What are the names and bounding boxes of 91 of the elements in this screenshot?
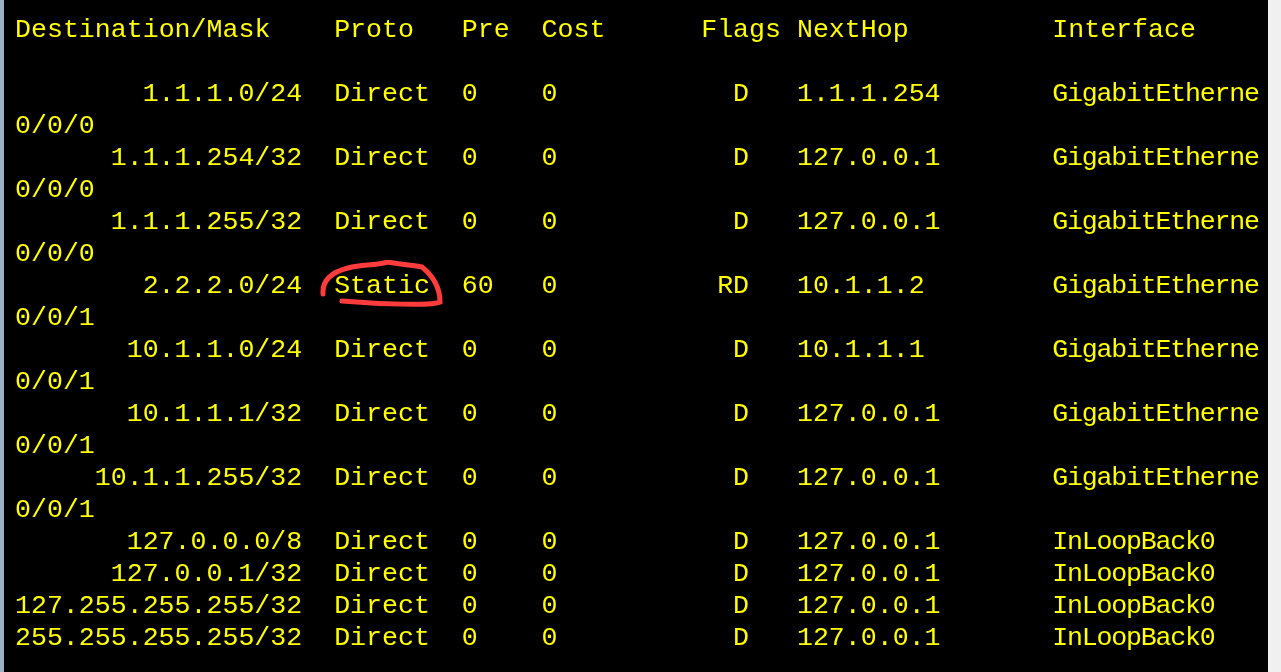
preference-text: 0 bbox=[461, 462, 478, 494]
flags-text: D bbox=[733, 206, 750, 238]
cost-text: 0 bbox=[541, 590, 558, 622]
column-header: NextHop bbox=[796, 14, 909, 46]
cost-text: 0 bbox=[541, 558, 558, 590]
cost-text: 0 bbox=[541, 622, 558, 654]
cost-text: 0 bbox=[541, 526, 558, 558]
interface-text: GigabitEtherne bbox=[1052, 398, 1259, 430]
next-hop-text: 127.0.0.1 bbox=[796, 590, 941, 622]
cost-text: 0 bbox=[541, 270, 558, 302]
protocol-text: Direct bbox=[334, 558, 430, 590]
column-header: Flags bbox=[701, 14, 781, 46]
protocol-text: Direct bbox=[334, 398, 430, 430]
flags-text: D bbox=[733, 462, 750, 494]
next-hop-text: 127.0.0.1 bbox=[796, 526, 941, 558]
flags-text: D bbox=[733, 590, 750, 622]
cost-text: 0 bbox=[541, 334, 558, 366]
flags-text: D bbox=[733, 558, 750, 590]
destination-text: 127.255.255.255/32 bbox=[15, 590, 303, 622]
protocol-text: Direct bbox=[334, 142, 430, 174]
interface-text: InLoopBack0 bbox=[1052, 622, 1215, 654]
preference-text: 0 bbox=[461, 398, 478, 430]
flags-text: RD bbox=[717, 270, 750, 302]
next-hop-text: 10.1.1.1 bbox=[796, 334, 925, 366]
column-header: Pre bbox=[461, 14, 510, 46]
interface-text: 0/0/0 bbox=[15, 110, 95, 142]
destination-text: 1.1.1.0/24 bbox=[142, 78, 303, 110]
flags-text: D bbox=[733, 78, 750, 110]
flags-text: D bbox=[733, 398, 750, 430]
column-header: Interface bbox=[1052, 14, 1196, 46]
next-hop-text: 127.0.0.1 bbox=[796, 142, 941, 174]
flags-text: D bbox=[733, 142, 750, 174]
destination-text: 10.1.1.0/24 bbox=[126, 334, 303, 366]
next-hop-text: 1.1.1.254 bbox=[796, 78, 941, 110]
interface-text: 0/0/1 bbox=[15, 494, 95, 526]
cost-text: 0 bbox=[541, 142, 558, 174]
column-header: Proto bbox=[334, 14, 414, 46]
next-hop-text: 127.0.0.1 bbox=[796, 206, 941, 238]
interface-text: GigabitEtherne bbox=[1052, 206, 1259, 238]
interface-text: 0/0/1 bbox=[15, 430, 95, 462]
preference-text: 0 bbox=[461, 526, 478, 558]
next-hop-text: 127.0.0.1 bbox=[796, 558, 941, 590]
next-hop-text: 127.0.0.1 bbox=[796, 622, 941, 654]
protocol-text: Direct bbox=[334, 622, 430, 654]
preference-text: 0 bbox=[461, 622, 478, 654]
destination-text: 127.0.0.0/8 bbox=[126, 526, 303, 558]
cost-text: 0 bbox=[541, 206, 558, 238]
destination-text: 1.1.1.254/32 bbox=[110, 142, 303, 174]
preference-text: 0 bbox=[461, 334, 478, 366]
preference-text: 0 bbox=[461, 142, 478, 174]
destination-text: 255.255.255.255/32 bbox=[15, 622, 303, 654]
flags-text: D bbox=[733, 622, 750, 654]
column-header: Cost bbox=[541, 14, 606, 46]
protocol-text: Direct bbox=[334, 334, 430, 366]
destination-text: 10.1.1.1/32 bbox=[126, 398, 303, 430]
protocol-text: Direct bbox=[334, 462, 430, 494]
protocol-text: Direct bbox=[334, 206, 430, 238]
protocol-text: Static bbox=[334, 270, 430, 302]
interface-text: 0/0/0 bbox=[15, 238, 95, 270]
interface-text: GigabitEtherne bbox=[1052, 462, 1259, 494]
interface-text: 0/0/0 bbox=[15, 174, 95, 206]
next-hop-text: 127.0.0.1 bbox=[796, 462, 941, 494]
interface-text: GigabitEtherne bbox=[1052, 142, 1259, 174]
interface-text: GigabitEtherne bbox=[1052, 334, 1259, 366]
column-header: Destination/Mask bbox=[15, 14, 271, 46]
protocol-text: Direct bbox=[334, 526, 430, 558]
interface-text: InLoopBack0 bbox=[1052, 590, 1215, 622]
preference-text: 0 bbox=[461, 558, 478, 590]
cost-text: 0 bbox=[541, 78, 558, 110]
destination-text: 10.1.1.255/32 bbox=[94, 462, 303, 494]
preference-text: 0 bbox=[461, 590, 478, 622]
flags-text: D bbox=[733, 334, 750, 366]
interface-text: GigabitEtherne bbox=[1052, 270, 1259, 302]
preference-text: 60 bbox=[461, 270, 494, 302]
cost-text: 0 bbox=[541, 462, 558, 494]
interface-text: InLoopBack0 bbox=[1052, 526, 1215, 558]
preference-text: 0 bbox=[461, 78, 478, 110]
interface-text: 0/0/1 bbox=[15, 302, 95, 334]
interface-text: 0/0/1 bbox=[15, 366, 95, 398]
cost-text: 0 bbox=[541, 398, 558, 430]
next-hop-text: 10.1.1.2 bbox=[796, 270, 925, 302]
protocol-text: Direct bbox=[334, 78, 430, 110]
destination-text: 1.1.1.255/32 bbox=[110, 206, 303, 238]
interface-text: InLoopBack0 bbox=[1052, 558, 1215, 590]
protocol-text: Direct bbox=[334, 590, 430, 622]
destination-text: 127.0.0.1/32 bbox=[110, 558, 303, 590]
interface-text: GigabitEtherne bbox=[1052, 78, 1259, 110]
flags-text: D bbox=[733, 526, 750, 558]
preference-text: 0 bbox=[461, 206, 478, 238]
next-hop-text: 127.0.0.1 bbox=[796, 398, 941, 430]
destination-text: 2.2.2.0/24 bbox=[142, 270, 303, 302]
